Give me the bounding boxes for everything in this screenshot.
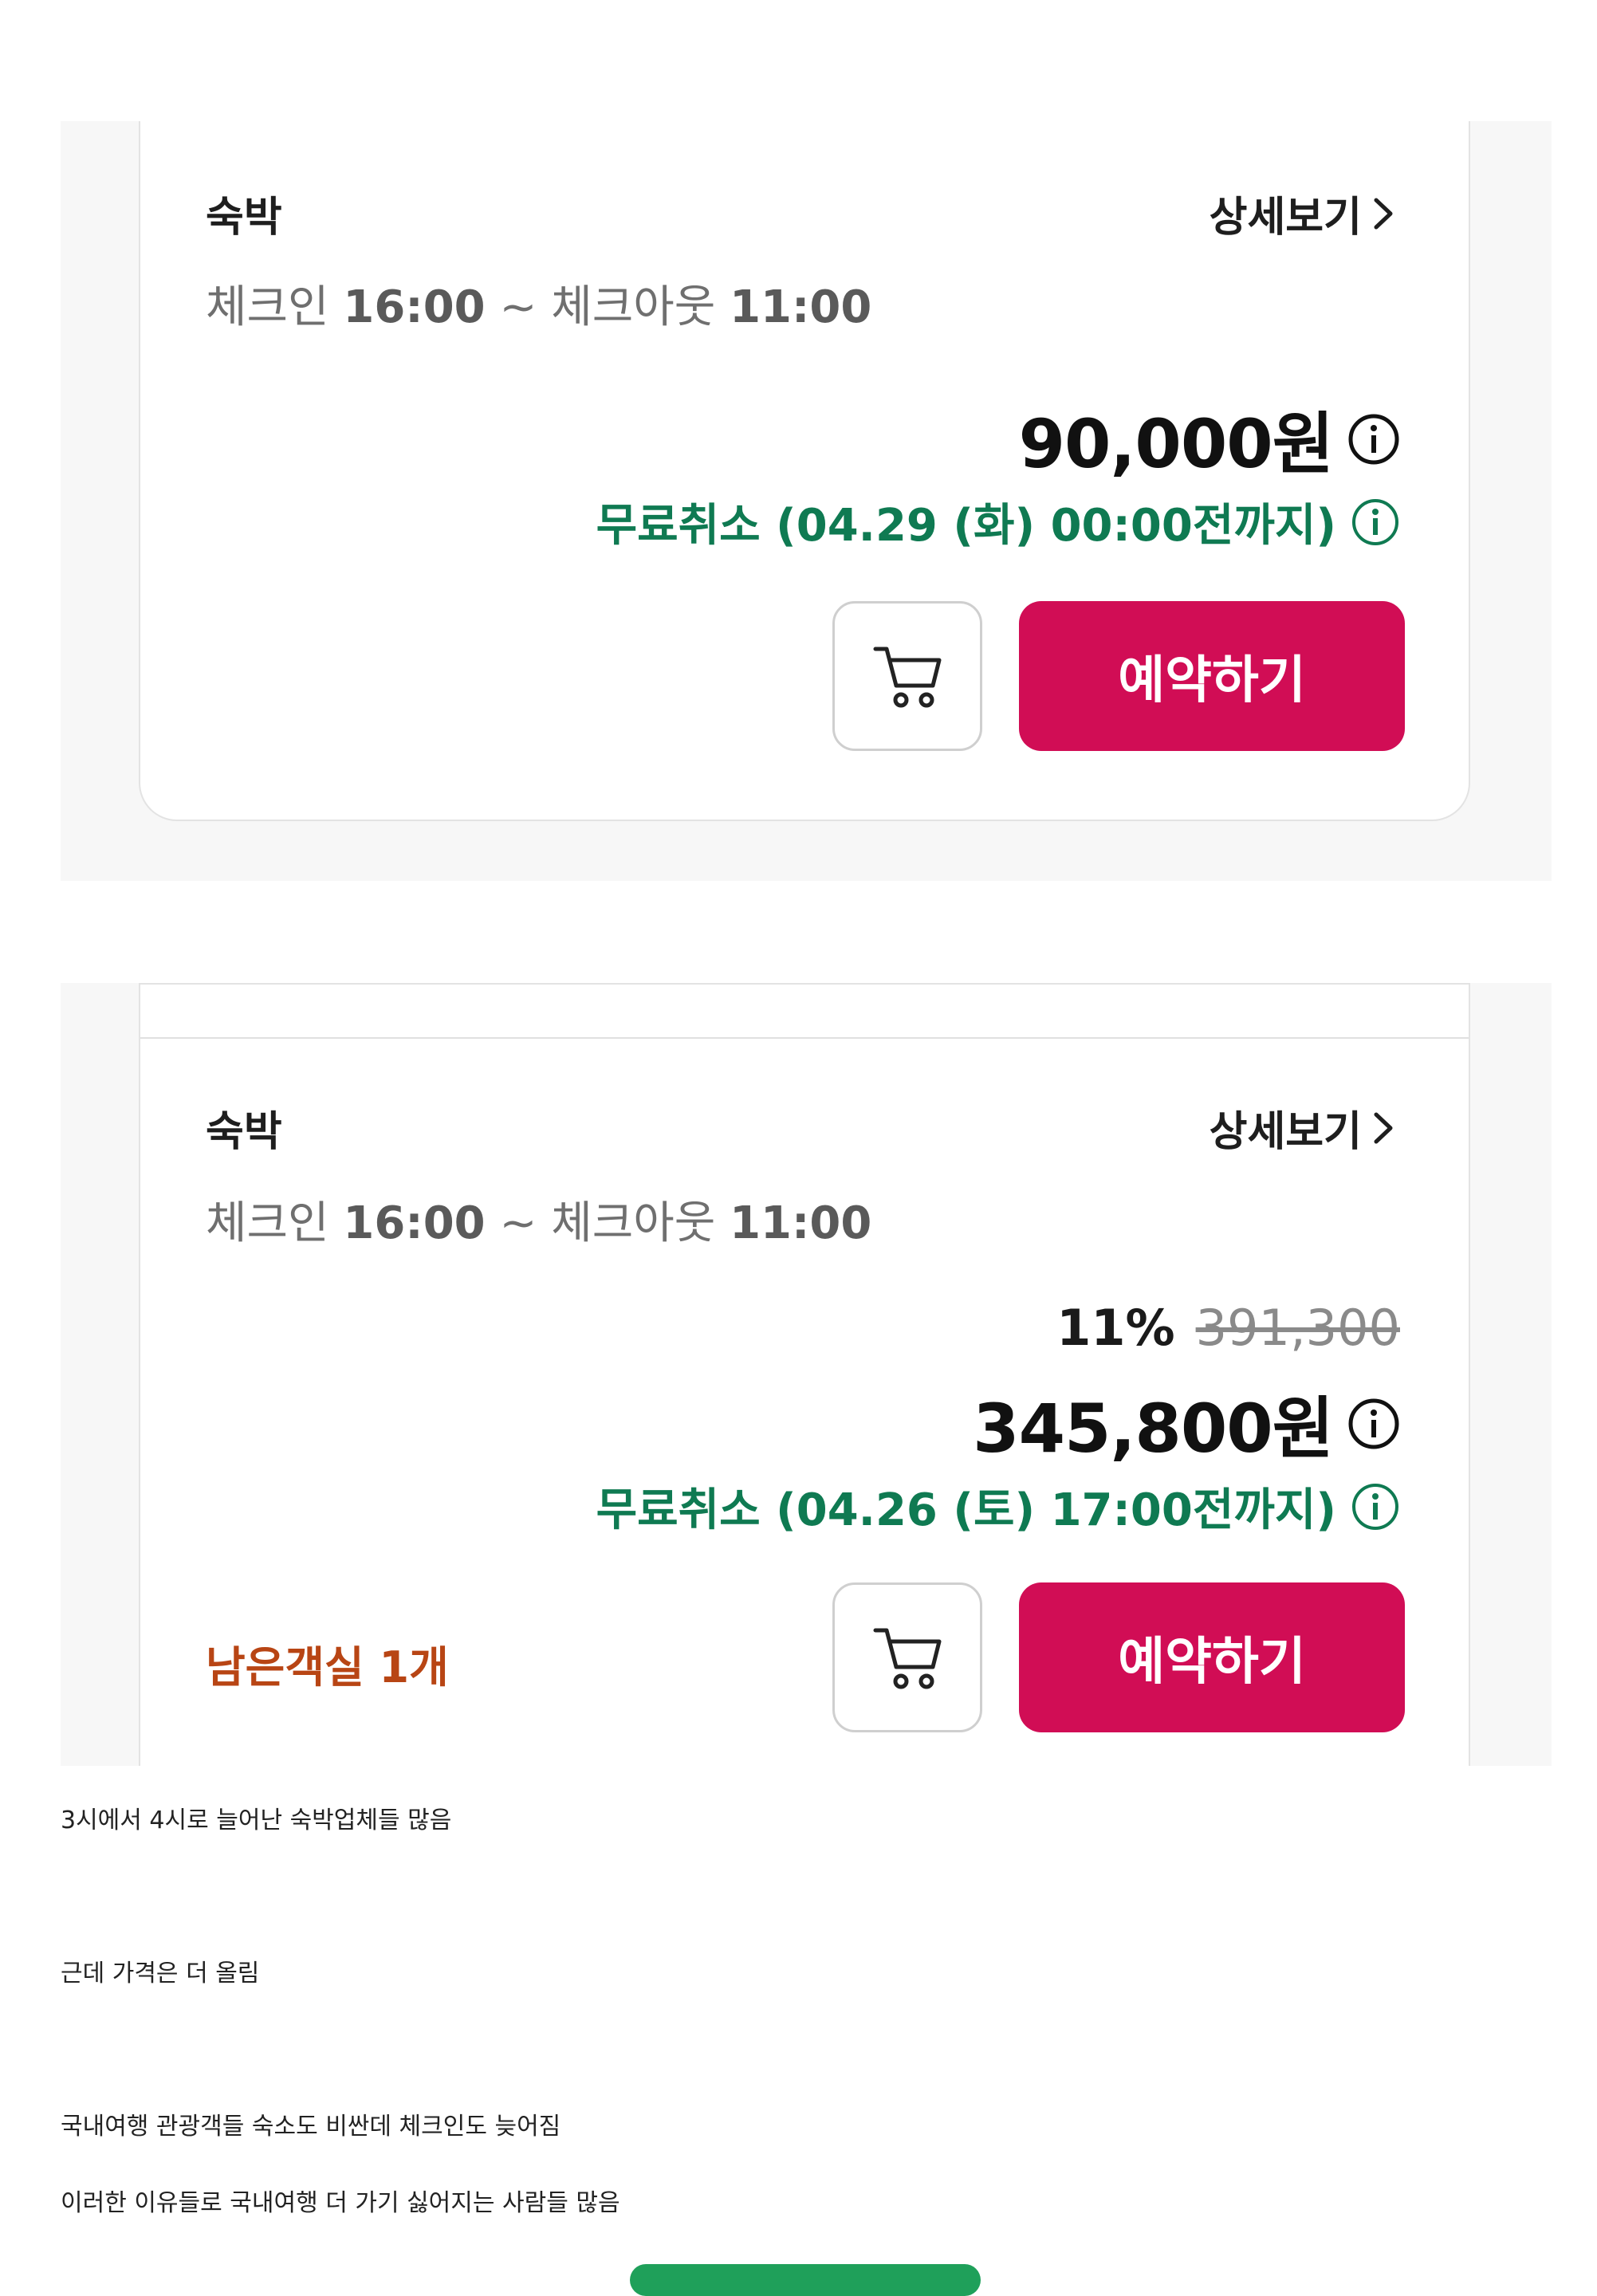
detail-view-label: 상세보기 — [1209, 194, 1362, 242]
listing-screenshot-2: 숙박 상세보기 체크인 16:00 ~ 체크아웃 11:00 11% 391,3… — [61, 983, 1552, 1766]
free-cancel-text: 무료취소 (04.26 (토) 17:00전까지) — [596, 1484, 1336, 1536]
discount-percent: 11% — [1056, 1299, 1175, 1357]
reserve-button[interactable]: 예약하기 — [1019, 601, 1405, 751]
free-cancel-row: 무료취소 (04.26 (토) 17:00전까지) — [596, 1474, 1400, 1539]
shopping-cart-icon — [873, 647, 942, 708]
rooms-left-label: 남은객실 1개 — [206, 1642, 449, 1693]
shopping-cart-icon — [873, 1628, 942, 1689]
detail-view-link[interactable]: 상세보기 — [1210, 1098, 1397, 1158]
info-icon[interactable] — [1347, 413, 1400, 466]
checkin-time: 16:00 — [343, 281, 486, 333]
section-divider — [140, 1037, 1469, 1039]
room-card: 숙박 상세보기 체크인 16:00 ~ 체크아웃 11:00 90,000원 무… — [139, 121, 1470, 821]
discount-row: 11% 391,300 — [1056, 1299, 1400, 1357]
time-separator: ~ — [499, 1197, 537, 1249]
chevron-right-icon — [1374, 1112, 1393, 1143]
room-card: 숙박 상세보기 체크인 16:00 ~ 체크아웃 11:00 11% 391,3… — [139, 983, 1470, 1766]
detail-view-link[interactable]: 상세보기 — [1210, 183, 1397, 243]
checkout-time: 11:00 — [730, 1197, 872, 1249]
reserve-button[interactable]: 예약하기 — [1019, 1582, 1405, 1732]
listing-screenshot-1: 숙박 상세보기 체크인 16:00 ~ 체크아웃 11:00 90,000원 무… — [61, 121, 1552, 881]
post-text-line: 이러한 이유들로 국내여행 더 가기 싫어지는 사람들 많음 — [61, 2189, 620, 2217]
bottom-action-button[interactable] — [630, 2264, 981, 2296]
checkin-time: 16:00 — [343, 1197, 486, 1249]
post-text-line: 근데 가격은 더 올림 — [61, 1960, 260, 1987]
price-row: 345,800원 — [973, 1375, 1400, 1472]
info-icon[interactable] — [1351, 497, 1400, 547]
price-row: 90,000원 — [1019, 391, 1400, 487]
checkout-label: 체크아웃 — [551, 1197, 716, 1249]
add-to-cart-button[interactable] — [832, 1582, 982, 1732]
post-text-line: 3시에서 4시로 늘어난 숙박업체들 많음 — [61, 1807, 452, 1834]
free-cancel-row: 무료취소 (04.29 (화) 00:00전까지) — [596, 489, 1400, 554]
checkin-checkout-times: 체크인 16:00 ~ 체크아웃 11:00 — [206, 271, 871, 336]
room-type-label: 숙박 — [206, 1108, 282, 1156]
room-type-label: 숙박 — [206, 194, 282, 242]
checkin-label: 체크인 — [206, 1197, 329, 1249]
info-icon[interactable] — [1347, 1398, 1400, 1450]
checkin-label: 체크인 — [206, 281, 329, 333]
original-price: 391,300 — [1195, 1299, 1400, 1357]
price: 345,800원 — [973, 1390, 1334, 1468]
free-cancel-text: 무료취소 (04.29 (화) 00:00전까지) — [596, 500, 1336, 552]
checkin-checkout-times: 체크인 16:00 ~ 체크아웃 11:00 — [206, 1187, 871, 1252]
info-icon[interactable] — [1351, 1482, 1400, 1531]
detail-view-label: 상세보기 — [1209, 1108, 1362, 1156]
checkout-label: 체크아웃 — [551, 281, 716, 333]
add-to-cart-button[interactable] — [832, 601, 982, 751]
time-separator: ~ — [499, 281, 537, 333]
chevron-right-icon — [1374, 198, 1393, 229]
checkout-time: 11:00 — [730, 281, 872, 333]
price: 90,000원 — [1018, 405, 1334, 483]
post-text-line: 국내여행 관광객들 숙소도 비싼데 체크인도 늦어짐 — [61, 2113, 561, 2141]
